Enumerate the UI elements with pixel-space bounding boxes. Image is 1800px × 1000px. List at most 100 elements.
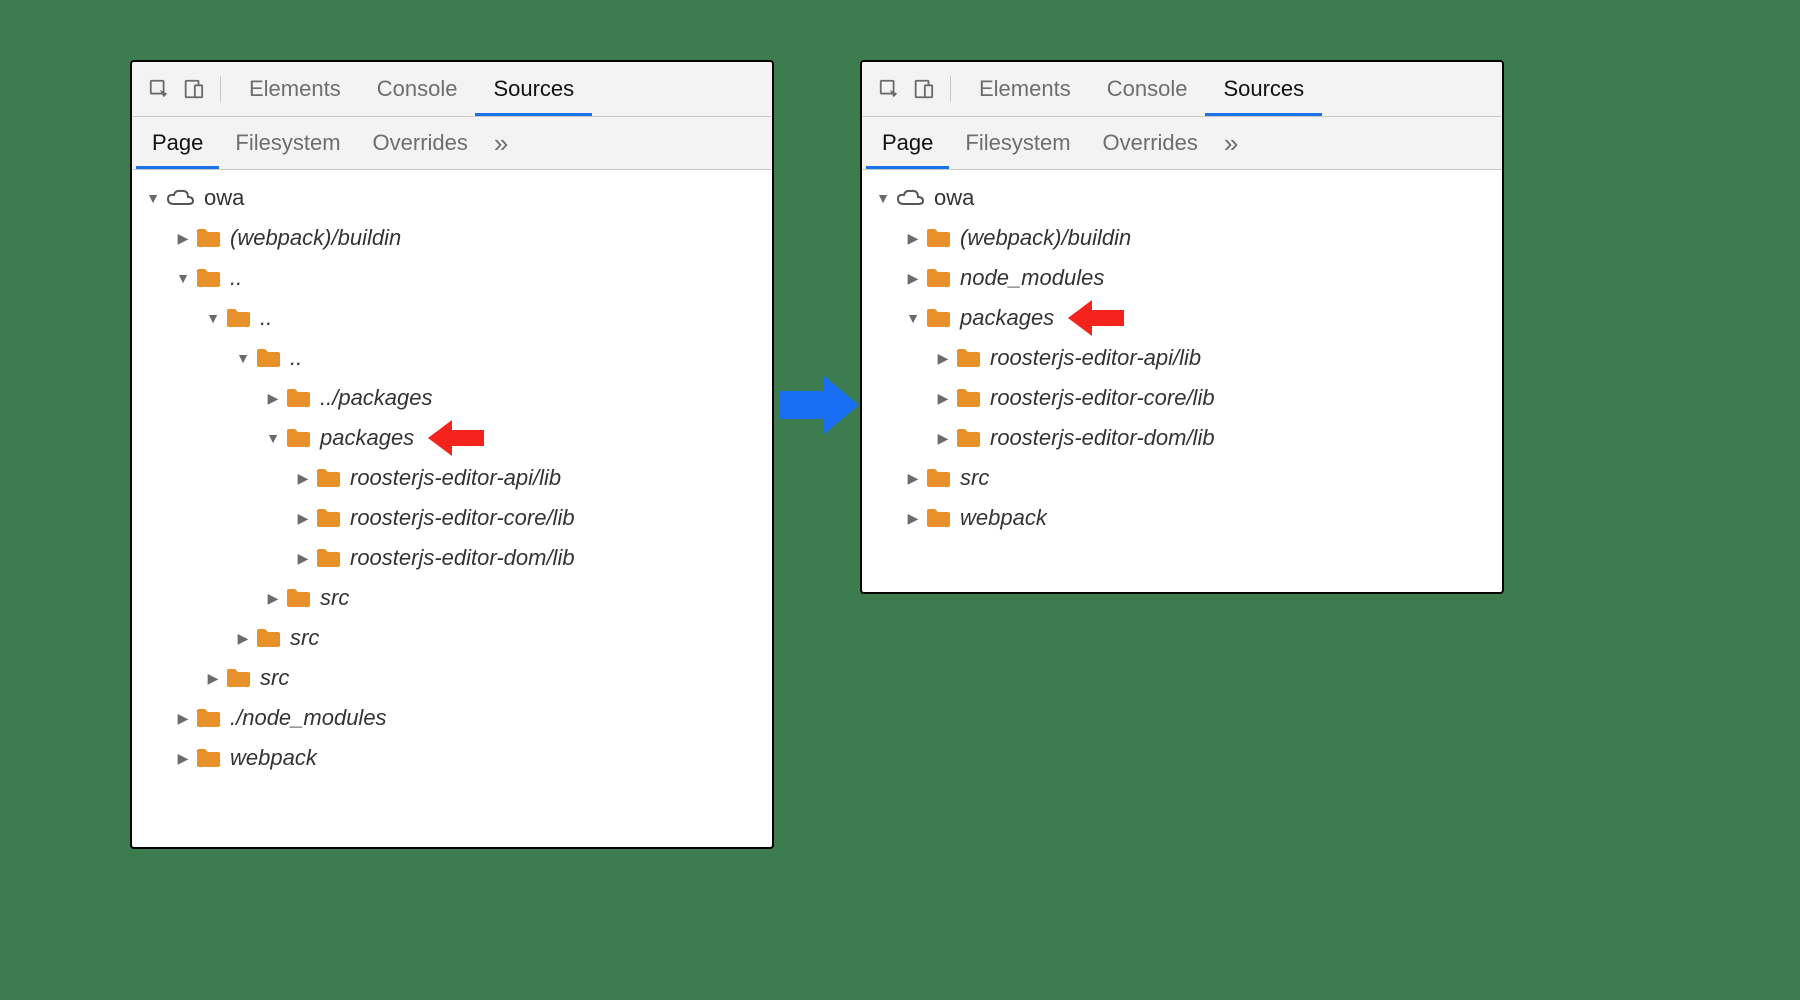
folder-icon (286, 388, 310, 408)
tree-item[interactable]: ▶ webpack (136, 738, 768, 778)
folder-icon (926, 228, 950, 248)
devtools-panel-before: Elements Console Sources Page Filesystem… (130, 60, 774, 849)
highlight-arrow-icon (428, 420, 484, 456)
tree-item-label: ../packages (320, 385, 433, 411)
tree-item[interactable]: ▶ roosterjs-editor-api/lib (136, 458, 768, 498)
devtools-toolbar: Elements Console Sources (862, 62, 1502, 117)
tree-item[interactable]: ▶ ./node_modules (136, 698, 768, 738)
tree-item-label: (webpack)/buildin (230, 225, 401, 251)
disclosure-right-icon[interactable]: ▶ (176, 750, 190, 767)
disclosure-down-icon[interactable]: ▼ (206, 310, 220, 326)
sources-subtabs: Page Filesystem Overrides » (132, 117, 772, 170)
devtools-panel-after: Elements Console Sources Page Filesystem… (860, 60, 1504, 594)
disclosure-down-icon[interactable]: ▼ (266, 430, 280, 446)
folder-icon (316, 548, 340, 568)
disclosure-right-icon[interactable]: ▶ (906, 470, 920, 487)
folder-icon (926, 468, 950, 488)
tree-item-label: (webpack)/buildin (960, 225, 1131, 251)
tree-item[interactable]: ▶ roosterjs-editor-core/lib (136, 498, 768, 538)
toolbar-separator (220, 76, 221, 102)
tree-item-label: packages (320, 425, 414, 451)
tree-item[interactable]: ▶ ../packages (136, 378, 768, 418)
tab-console[interactable]: Console (1089, 62, 1206, 116)
tree-item-label: src (260, 665, 289, 691)
subtab-filesystem[interactable]: Filesystem (219, 117, 356, 169)
inspect-icon[interactable] (142, 72, 176, 106)
folder-icon (926, 508, 950, 528)
tree-root-label: owa (204, 185, 244, 211)
tree-item[interactable]: ▶ (webpack)/buildin (866, 218, 1498, 258)
device-toggle-icon[interactable] (906, 72, 940, 106)
disclosure-right-icon[interactable]: ▶ (236, 630, 250, 647)
tree-root[interactable]: ▼ owa (136, 178, 768, 218)
disclosure-right-icon[interactable]: ▶ (176, 230, 190, 247)
tree-item[interactable]: ▶ roosterjs-editor-api/lib (866, 338, 1498, 378)
disclosure-down-icon[interactable]: ▼ (876, 190, 890, 206)
folder-icon (926, 268, 950, 288)
tree-item-label: .. (290, 345, 302, 371)
sources-tree-after: ▼ owa ▶ (webpack)/buildin ▶ node_modules… (862, 170, 1502, 546)
disclosure-down-icon[interactable]: ▼ (146, 190, 160, 206)
more-tabs-chevron-icon[interactable]: » (484, 128, 518, 159)
tab-console[interactable]: Console (359, 62, 476, 116)
subtab-page[interactable]: Page (866, 117, 949, 169)
subtab-overrides[interactable]: Overrides (357, 117, 484, 169)
disclosure-right-icon[interactable]: ▶ (296, 510, 310, 527)
folder-icon (226, 668, 250, 688)
tree-item[interactable]: ▶ roosterjs-editor-core/lib (866, 378, 1498, 418)
disclosure-right-icon[interactable]: ▶ (266, 590, 280, 607)
tree-item-label: src (290, 625, 319, 651)
disclosure-right-icon[interactable]: ▶ (296, 550, 310, 567)
disclosure-down-icon[interactable]: ▼ (906, 310, 920, 326)
disclosure-down-icon[interactable]: ▼ (236, 350, 250, 366)
disclosure-right-icon[interactable]: ▶ (906, 230, 920, 247)
tree-item-packages[interactable]: ▼ packages (136, 418, 768, 458)
tree-item[interactable]: ▶ src (866, 458, 1498, 498)
tree-item[interactable]: ▼ .. (136, 258, 768, 298)
subtab-filesystem[interactable]: Filesystem (949, 117, 1086, 169)
tree-item[interactable]: ▶ roosterjs-editor-dom/lib (866, 418, 1498, 458)
disclosure-right-icon[interactable]: ▶ (206, 670, 220, 687)
more-tabs-chevron-icon[interactable]: » (1214, 128, 1248, 159)
tree-item-label: ./node_modules (230, 705, 387, 731)
tree-item[interactable]: ▼ .. (136, 338, 768, 378)
disclosure-right-icon[interactable]: ▶ (906, 270, 920, 287)
tree-item-packages[interactable]: ▼ packages (866, 298, 1498, 338)
tree-item[interactable]: ▶ src (136, 618, 768, 658)
disclosure-right-icon[interactable]: ▶ (936, 350, 950, 367)
inspect-icon[interactable] (872, 72, 906, 106)
disclosure-right-icon[interactable]: ▶ (296, 470, 310, 487)
tree-item-label: .. (260, 305, 272, 331)
sources-subtabs: Page Filesystem Overrides » (862, 117, 1502, 170)
tree-item[interactable]: ▶ (webpack)/buildin (136, 218, 768, 258)
disclosure-down-icon[interactable]: ▼ (176, 270, 190, 286)
transition-arrow-icon (779, 375, 859, 435)
disclosure-right-icon[interactable]: ▶ (266, 390, 280, 407)
tree-item-label: node_modules (960, 265, 1104, 291)
disclosure-right-icon[interactable]: ▶ (936, 430, 950, 447)
folder-icon (956, 428, 980, 448)
folder-icon (256, 628, 280, 648)
subtab-page[interactable]: Page (136, 117, 219, 169)
tab-elements[interactable]: Elements (961, 62, 1089, 116)
tab-sources[interactable]: Sources (475, 62, 592, 116)
tab-sources[interactable]: Sources (1205, 62, 1322, 116)
tree-item[interactable]: ▶ roosterjs-editor-dom/lib (136, 538, 768, 578)
tree-item-label: webpack (230, 745, 317, 771)
tree-item[interactable]: ▼ .. (136, 298, 768, 338)
tree-item-label: src (320, 585, 349, 611)
tree-item[interactable]: ▶ src (136, 658, 768, 698)
subtab-overrides[interactable]: Overrides (1087, 117, 1214, 169)
device-toggle-icon[interactable] (176, 72, 210, 106)
folder-icon (926, 308, 950, 328)
disclosure-right-icon[interactable]: ▶ (906, 510, 920, 527)
folder-icon (256, 348, 280, 368)
tab-elements[interactable]: Elements (231, 62, 359, 116)
tree-item[interactable]: ▶ node_modules (866, 258, 1498, 298)
tree-root[interactable]: ▼ owa (866, 178, 1498, 218)
tree-item-label: webpack (960, 505, 1047, 531)
tree-item[interactable]: ▶ webpack (866, 498, 1498, 538)
tree-item[interactable]: ▶ src (136, 578, 768, 618)
disclosure-right-icon[interactable]: ▶ (176, 710, 190, 727)
disclosure-right-icon[interactable]: ▶ (936, 390, 950, 407)
